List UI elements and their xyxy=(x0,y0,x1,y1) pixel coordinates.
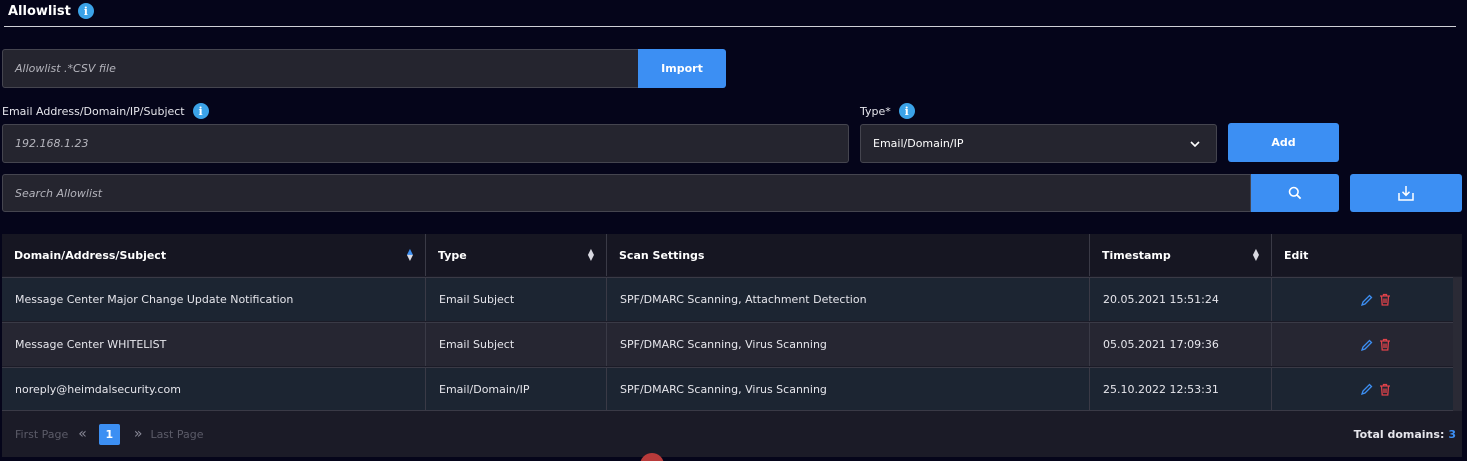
column-header-type[interactable]: Type ▲ ▼ xyxy=(426,234,607,276)
column-header-edit: Edit xyxy=(1284,248,1309,262)
edit-icon[interactable] xyxy=(1361,339,1373,351)
download-button[interactable] xyxy=(1350,174,1462,212)
type-select[interactable]: Email/Domain/IP xyxy=(860,124,1217,163)
cell-timestamp: 20.05.2021 15:51:24 xyxy=(1090,278,1272,321)
first-page-link[interactable]: First Page xyxy=(15,428,68,441)
cell-scan-settings: SPF/DMARC Scanning, Attachment Detection xyxy=(607,278,1090,321)
page-title: Allowlist xyxy=(8,3,71,19)
double-chevron-right-icon[interactable]: » xyxy=(134,426,143,442)
trash-icon[interactable] xyxy=(1379,338,1391,351)
add-button[interactable]: Add xyxy=(1228,123,1339,162)
header-divider xyxy=(4,26,1456,27)
sort-icon[interactable]: ▲ ▼ xyxy=(588,248,594,262)
type-label: Type* i xyxy=(860,102,915,120)
cell-scan-settings: SPF/DMARC Scanning, Virus Scanning xyxy=(607,368,1090,410)
cell-edit xyxy=(1272,278,1453,321)
total-domains-count: 3 xyxy=(1448,427,1456,441)
cell-type: Email/Domain/IP xyxy=(426,368,607,410)
cell-subject: Message Center WHITELIST xyxy=(2,323,426,366)
csv-file-input[interactable]: Allowlist .*CSV file xyxy=(2,49,639,88)
table-header: Domain/Address/Subject ▲ ▼ Type ▲ ▼ Scan S… xyxy=(2,234,1462,276)
cell-subject: Message Center Major Change Update Notif… xyxy=(2,278,426,321)
info-icon[interactable]: i xyxy=(77,3,94,19)
page-header: Allowlist i xyxy=(8,0,94,22)
type-label-text: Type* xyxy=(860,104,891,118)
type-select-value: Email/Domain/IP xyxy=(873,137,964,150)
page-number-current[interactable]: 1 xyxy=(98,423,120,445)
cell-type: Email Subject xyxy=(426,323,607,366)
search-icon xyxy=(1288,186,1302,200)
cell-edit xyxy=(1272,323,1453,366)
pagination: First Page « 1 » Last Page Total domains… xyxy=(2,414,1462,454)
allowlist-table: Domain/Address/Subject ▲ ▼ Type ▲ ▼ Scan S… xyxy=(2,234,1462,457)
double-chevron-left-icon[interactable]: « xyxy=(78,426,87,442)
table-scrollbar[interactable] xyxy=(1453,277,1462,411)
info-icon[interactable]: i xyxy=(898,103,915,119)
info-icon[interactable]: i xyxy=(192,103,209,119)
table-row: Message Center WHITELIST Email Subject S… xyxy=(2,322,1453,366)
sort-icon[interactable]: ▲ ▼ xyxy=(407,248,413,262)
cell-scan-settings: SPF/DMARC Scanning, Virus Scanning xyxy=(607,323,1090,366)
entry-label: Email Address/Domain/IP/Subject i xyxy=(2,102,209,120)
column-header-subject[interactable]: Domain/Address/Subject ▲ ▼ xyxy=(2,234,426,276)
trash-icon[interactable] xyxy=(1379,293,1391,306)
search-input[interactable]: Search Allowlist xyxy=(2,174,1251,212)
cell-subject: noreply@heimdalsecurity.com xyxy=(2,368,426,410)
entry-label-text: Email Address/Domain/IP/Subject xyxy=(2,104,185,118)
total-domains: Total domains: 3 xyxy=(1354,428,1456,441)
table-row: noreply@heimdalsecurity.com Email/Domain… xyxy=(2,367,1453,411)
column-header-timestamp[interactable]: Timestamp ▲ ▼ xyxy=(1090,234,1272,276)
column-header-scan-settings: Scan Settings xyxy=(607,234,1090,276)
total-domains-label: Total domains: xyxy=(1353,427,1445,441)
last-page-link[interactable]: Last Page xyxy=(150,428,203,441)
search-button[interactable] xyxy=(1251,174,1339,212)
cell-timestamp: 25.10.2022 12:53:31 xyxy=(1090,368,1272,410)
cell-edit xyxy=(1272,368,1453,410)
cell-type: Email Subject xyxy=(426,278,607,321)
download-icon xyxy=(1398,185,1414,201)
table-row: Message Center Major Change Update Notif… xyxy=(2,277,1453,321)
sort-icon[interactable]: ▲ ▼ xyxy=(1253,248,1259,262)
edit-icon[interactable] xyxy=(1361,383,1373,395)
import-button[interactable]: Import xyxy=(638,49,726,88)
edit-icon[interactable] xyxy=(1361,294,1373,306)
chevron-down-icon xyxy=(1190,140,1200,147)
trash-icon[interactable] xyxy=(1379,383,1391,396)
cell-timestamp: 05.05.2021 17:09:36 xyxy=(1090,323,1272,366)
entry-input[interactable]: 192.168.1.23 xyxy=(2,124,849,163)
